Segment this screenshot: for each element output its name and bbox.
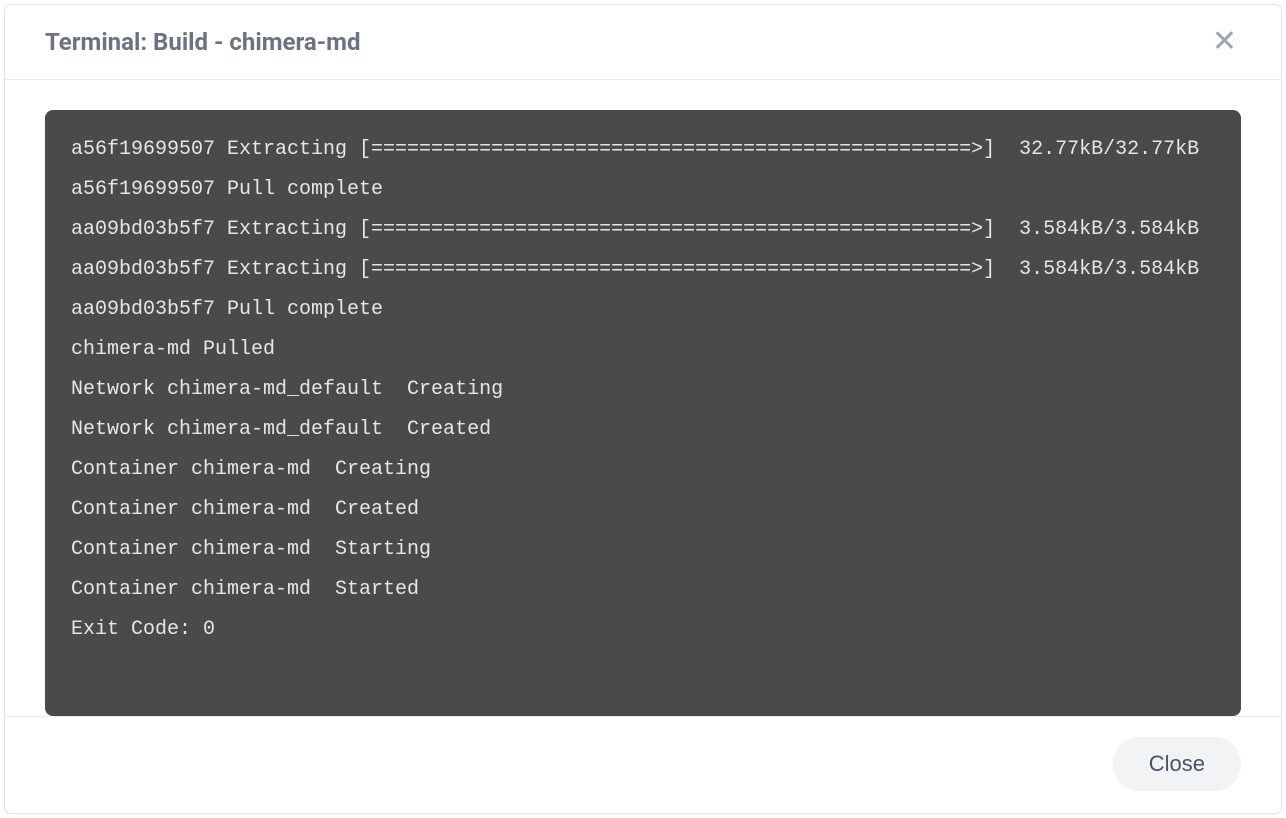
terminal-line: a56f19699507 Extracting [===============… bbox=[71, 130, 1241, 170]
terminal-modal: Terminal: Build - chimera-md ✕ a56f19699… bbox=[4, 4, 1282, 814]
modal-footer: Close bbox=[5, 716, 1281, 813]
modal-body: a56f19699507 Extracting [===============… bbox=[5, 80, 1281, 716]
terminal-line: Container chimera-md Started bbox=[71, 570, 1241, 610]
close-icon[interactable]: ✕ bbox=[1208, 27, 1241, 57]
terminal-line: Container chimera-md Created bbox=[71, 490, 1241, 530]
terminal-line: Network chimera-md_default Creating bbox=[71, 370, 1241, 410]
modal-backdrop: Terminal: Build - chimera-md ✕ a56f19699… bbox=[0, 0, 1286, 818]
terminal-line: a56f19699507 Pull complete bbox=[71, 170, 1241, 210]
close-button[interactable]: Close bbox=[1113, 737, 1241, 791]
terminal-line: Container chimera-md Starting bbox=[71, 530, 1241, 570]
terminal-line: aa09bd03b5f7 Extracting [===============… bbox=[71, 250, 1241, 290]
terminal-output[interactable]: a56f19699507 Extracting [===============… bbox=[45, 110, 1241, 716]
terminal-line: Container chimera-md Creating bbox=[71, 450, 1241, 490]
terminal-line: aa09bd03b5f7 Extracting [===============… bbox=[71, 210, 1241, 250]
modal-title: Terminal: Build - chimera-md bbox=[45, 28, 360, 56]
terminal-line: Network chimera-md_default Created bbox=[71, 410, 1241, 450]
terminal-line: aa09bd03b5f7 Pull complete bbox=[71, 290, 1241, 330]
modal-header: Terminal: Build - chimera-md ✕ bbox=[5, 5, 1281, 80]
terminal-line: chimera-md Pulled bbox=[71, 330, 1241, 370]
terminal-line: Exit Code: 0 bbox=[71, 610, 1241, 650]
